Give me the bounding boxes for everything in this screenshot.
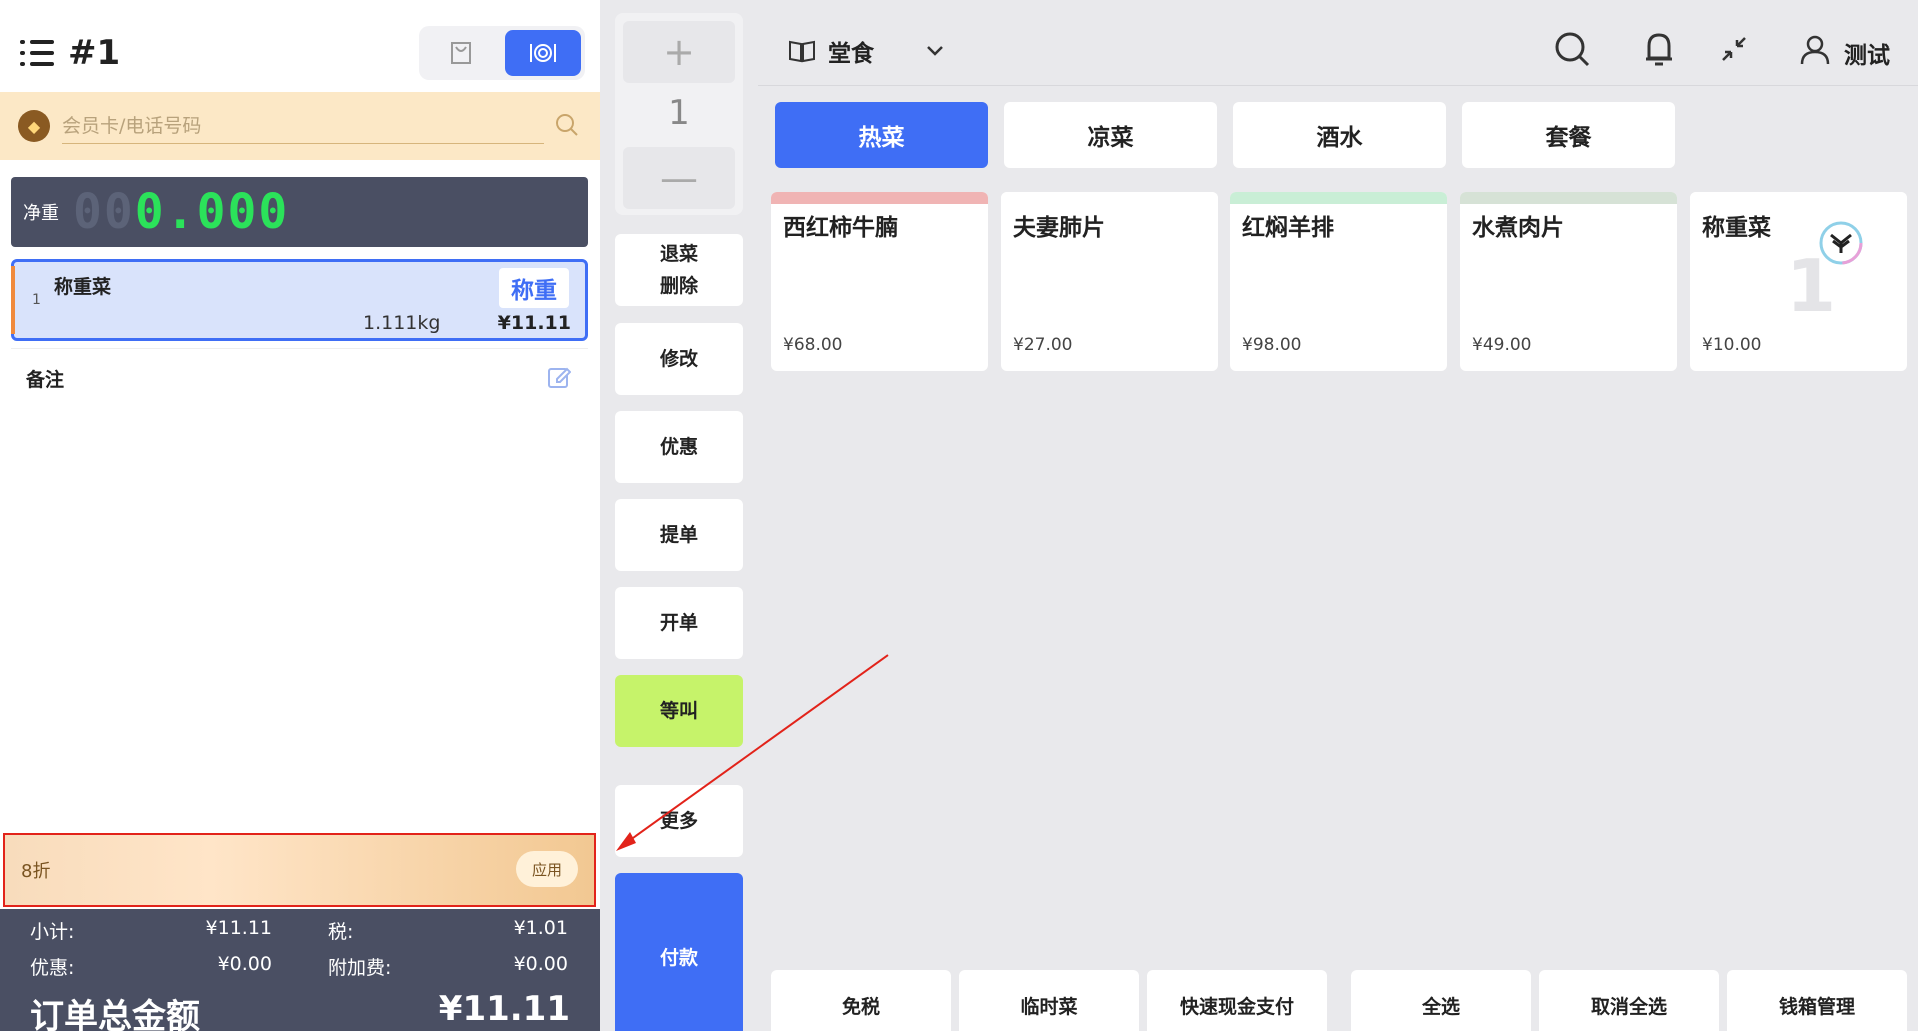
subtotal-label: 小计: (30, 921, 75, 943)
surcharge-label: 附加费: (328, 957, 392, 979)
dish-card[interactable]: 1 称重菜 ¥10.00 (1690, 192, 1907, 371)
subtotal-value: ¥11.11 (205, 917, 272, 939)
dish-card[interactable]: 西红柿牛腩 ¥68.00 (771, 192, 988, 371)
quantity-decrease-button[interactable]: — (623, 147, 735, 209)
order-panel: #1 ◆ 净重 000.000 1 称重菜 称重 1.111kg ¥11.11 … (0, 0, 600, 1031)
apply-promotion-button[interactable]: 应用 (515, 851, 578, 887)
weigh-button[interactable]: 称重 (499, 268, 569, 308)
dine-mode-label: 堂食 (828, 41, 874, 67)
quick-cash-pay-button[interactable]: 快速现金支付 (1147, 970, 1327, 1031)
discount-value: ¥0.00 (217, 953, 272, 975)
divider (11, 348, 588, 349)
refund-delete-button[interactable]: 退菜 删除 (615, 234, 743, 306)
delete-label: 删除 (659, 275, 698, 297)
line-index: 1 (32, 292, 41, 308)
select-all-button[interactable]: 全选 (1351, 970, 1531, 1031)
open-order-button[interactable]: 开单 (615, 587, 743, 659)
order-mode-toggle (419, 26, 585, 80)
plate-cutlery-icon (530, 44, 556, 62)
book-icon (789, 40, 815, 63)
remark-label: 备注 (26, 369, 65, 391)
top-header: 堂食 测试 (758, 0, 1918, 86)
order-totals: 小计: ¥11.11 税: ¥1.01 优惠: ¥0.00 附加费: ¥0.00… (0, 909, 600, 1031)
temporary-dish-button[interactable]: 临时菜 (959, 970, 1139, 1031)
search-icon[interactable] (554, 112, 580, 138)
takeaway-mode-button[interactable] (423, 30, 499, 76)
user-icon[interactable] (1800, 34, 1830, 66)
vip-diamond-icon: ◆ (18, 110, 50, 142)
user-name[interactable]: 测试 (1844, 36, 1890, 70)
line-item-price: ¥11.11 (497, 312, 571, 334)
dish-name: 称重菜 (1702, 215, 1771, 241)
dine-in-mode-button[interactable] (505, 30, 581, 76)
scale-display: 净重 000.000 (11, 177, 588, 247)
quantity-stepper: + 1 — (615, 13, 743, 215)
dish-name: 水煮肉片 (1472, 215, 1564, 241)
edit-icon[interactable] (547, 365, 571, 389)
member-search-input[interactable] (62, 108, 544, 144)
dish-card[interactable]: 夫妻肺片 ¥27.00 (1001, 192, 1218, 371)
cash-drawer-button[interactable]: 钱箱管理 (1727, 970, 1907, 1031)
discount-label: 优惠: (30, 957, 75, 979)
scale-readout: 000.000 (73, 184, 289, 240)
dish-color-stripe (771, 192, 988, 204)
tab-drinks[interactable]: 酒水 (1233, 102, 1446, 168)
dish-name: 夫妻肺片 (1013, 215, 1105, 241)
dish-name: 西红柿牛腩 (783, 215, 898, 241)
weighing-logo-icon (1819, 221, 1863, 265)
refund-label: 退菜 (659, 243, 698, 265)
tab-set-meals[interactable]: 套餐 (1462, 102, 1675, 168)
dish-card[interactable]: 红焖羊排 ¥98.00 (1230, 192, 1447, 371)
line-item-weight: 1.111kg (363, 312, 441, 334)
dine-mode-selector[interactable]: 堂食 (788, 34, 944, 68)
dish-color-stripe (1690, 192, 1907, 204)
line-item-name: 称重菜 (54, 276, 112, 298)
member-search-bar: ◆ (0, 92, 600, 160)
tax-value: ¥1.01 (513, 917, 568, 939)
tab-hot-dishes[interactable]: 热菜 (775, 102, 988, 168)
promotion-bar: 8折 应用 (3, 833, 596, 907)
dish-color-stripe (1230, 192, 1447, 204)
dish-price: ¥49.00 (1472, 335, 1532, 355)
quantity-increase-button[interactable]: + (623, 21, 735, 83)
dish-card[interactable]: 水煮肉片 ¥49.00 (1460, 192, 1677, 371)
dish-price: ¥27.00 (1013, 335, 1073, 355)
pay-button[interactable]: 付款 (615, 873, 743, 1031)
hold-call-button[interactable]: 等叫 (615, 675, 743, 747)
grand-total-label: 订单总金额 (30, 997, 200, 1031)
order-line-item[interactable]: 1 称重菜 称重 1.111kg ¥11.11 (11, 259, 588, 341)
scale-digits-lit: 0.000 (134, 184, 290, 240)
dish-color-stripe (1001, 192, 1218, 204)
dish-color-stripe (1460, 192, 1677, 204)
tab-cold-dishes[interactable]: 凉菜 (1004, 102, 1217, 168)
dish-price: ¥98.00 (1242, 335, 1302, 355)
search-icon[interactable] (1553, 30, 1591, 68)
order-header: #1 (20, 30, 120, 76)
quantity-value: 1 (668, 93, 690, 133)
collapse-icon[interactable] (1721, 36, 1747, 62)
dish-name: 红焖羊排 (1242, 215, 1334, 241)
more-button[interactable]: 更多 (615, 785, 743, 857)
tax-label: 税: (328, 921, 354, 943)
tax-exempt-button[interactable]: 免税 (771, 970, 951, 1031)
discount-button[interactable]: 优惠 (615, 411, 743, 483)
pickup-order-button[interactable]: 提单 (615, 499, 743, 571)
net-weight-label: 净重 (23, 203, 59, 224)
order-number: #1 (68, 33, 121, 73)
bell-icon[interactable] (1644, 30, 1674, 68)
modify-button[interactable]: 修改 (615, 323, 743, 395)
surcharge-value: ¥0.00 (513, 953, 568, 975)
promotion-text: 8折 (21, 861, 51, 882)
dish-price: ¥10.00 (1702, 335, 1762, 355)
list-menu-icon[interactable] (20, 40, 54, 66)
deselect-all-button[interactable]: 取消全选 (1539, 970, 1719, 1031)
grand-total-value: ¥11.11 (438, 989, 570, 1029)
dish-price: ¥68.00 (783, 335, 843, 355)
chevron-down-icon (927, 46, 943, 56)
shopping-bag-icon (451, 42, 471, 64)
scale-digits-dim: 00 (73, 184, 135, 240)
